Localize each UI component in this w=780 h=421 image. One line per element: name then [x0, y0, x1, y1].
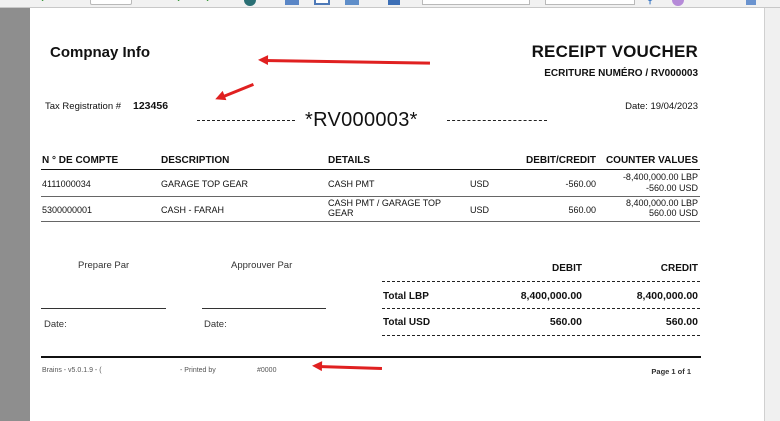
total-lbp-debit: 8,400,000.00 [520, 290, 582, 302]
vertical-scrollbar[interactable] [764, 8, 780, 421]
col-description: DESCRIPTION [161, 155, 230, 166]
total-lbp-credit: 8,400,000.00 [636, 290, 698, 302]
voucher-subtitle: ECRITURE NUMÉRO / RV000003 [544, 68, 698, 79]
col-account: N ° DE COMPTE [42, 155, 119, 166]
tax-registration-label: Tax Registration # [45, 101, 122, 112]
table-bottom-rule [41, 221, 700, 222]
prepared-date-label: Date: [44, 319, 67, 330]
divider [447, 120, 547, 121]
prepared-signature-line [41, 308, 166, 309]
toolbar-input-2[interactable] [545, 0, 635, 5]
annotation-arrow [220, 82, 255, 99]
totals-debit-header: DEBIT [552, 263, 582, 274]
voucher-barcode-text: *RV000003* [305, 109, 418, 131]
search-icon[interactable]: ⚲ [646, 0, 658, 6]
annotation-arrow [263, 59, 431, 65]
col-details: DETAILS [328, 155, 371, 166]
approved-date-label: Date: [204, 319, 227, 330]
row-counter-lbp: -8,400,000.00 LBP [622, 172, 698, 182]
row-details-line-1: CASH PMT / GARAGE TOP [328, 198, 442, 208]
left-panel [0, 8, 30, 421]
check-icon[interactable]: ✓ [176, 0, 186, 5]
help-icon[interactable] [672, 0, 684, 6]
total-lbp-label: Total LBP [383, 291, 429, 302]
export-icon[interactable] [388, 0, 400, 5]
row-details: CASH PMT [328, 179, 375, 189]
tax-registration-value: 123456 [133, 100, 169, 112]
row-divider [41, 196, 700, 197]
voucher-title: RECEIPT VOUCHER [531, 42, 698, 61]
footer-page-number: Page 1 of 1 [651, 367, 691, 376]
row-account: 5300000001 [42, 205, 93, 215]
toolbar: ✓ ✓ ✓ ⚲ [0, 0, 780, 8]
totals-divider [382, 335, 700, 336]
approved-signature-line [202, 308, 326, 309]
total-usd-credit: 560.00 [665, 316, 698, 328]
row-description: GARAGE TOP GEAR [161, 179, 249, 189]
row-counter-usd: 560.00 USD [648, 208, 698, 218]
window-icon[interactable] [746, 0, 756, 5]
totals-credit-header: CREDIT [660, 263, 698, 274]
divider [197, 120, 295, 121]
company-info: Compnay Info [50, 44, 150, 61]
footer-rule [41, 356, 701, 358]
check-icon[interactable]: ✓ [40, 0, 50, 5]
row-account: 4111000034 [42, 179, 91, 189]
footer-code: #0000 [257, 367, 277, 374]
row-currency: USD [470, 205, 490, 215]
approved-by-label: Approuver Par [231, 260, 293, 271]
row-counter-usd: -560.00 USD [645, 183, 698, 193]
save-icon[interactable] [285, 0, 299, 5]
refresh-icon[interactable] [244, 0, 256, 6]
row-description: CASH - FARAH [161, 205, 225, 215]
row-amount: -560.00 [565, 179, 596, 189]
report-page: Compnay Info RECEIPT VOUCHER ECRITURE NU… [30, 8, 764, 421]
annotation-arrow [317, 365, 383, 371]
row-details-line-2: GEAR [328, 208, 354, 218]
footer-printed-by: - Printed by [180, 367, 216, 374]
col-debit-credit: DEBIT/CREDIT [526, 155, 596, 166]
print-preview-icon[interactable] [314, 0, 330, 5]
voucher-date: Date: 19/04/2023 [625, 101, 698, 112]
print-icon[interactable] [345, 0, 359, 5]
footer-version: Brains - v5.0.1.9 - ( [42, 367, 102, 374]
row-counter-lbp: 8,400,000.00 LBP [625, 198, 698, 208]
prepared-by-label: Prepare Par [78, 260, 130, 271]
col-counter-values: COUNTER VALUES [605, 155, 698, 166]
totals-divider [382, 308, 700, 309]
toolbar-field[interactable] [90, 0, 132, 5]
total-usd-debit: 560.00 [549, 316, 582, 328]
total-usd-label: Total USD [383, 317, 431, 328]
row-currency: USD [470, 179, 490, 189]
row-amount: 560.00 [568, 205, 596, 215]
table-header-rule [41, 169, 700, 170]
check-icon[interactable]: ✓ [205, 0, 215, 5]
toolbar-input[interactable] [422, 0, 530, 5]
totals-divider [382, 281, 700, 282]
